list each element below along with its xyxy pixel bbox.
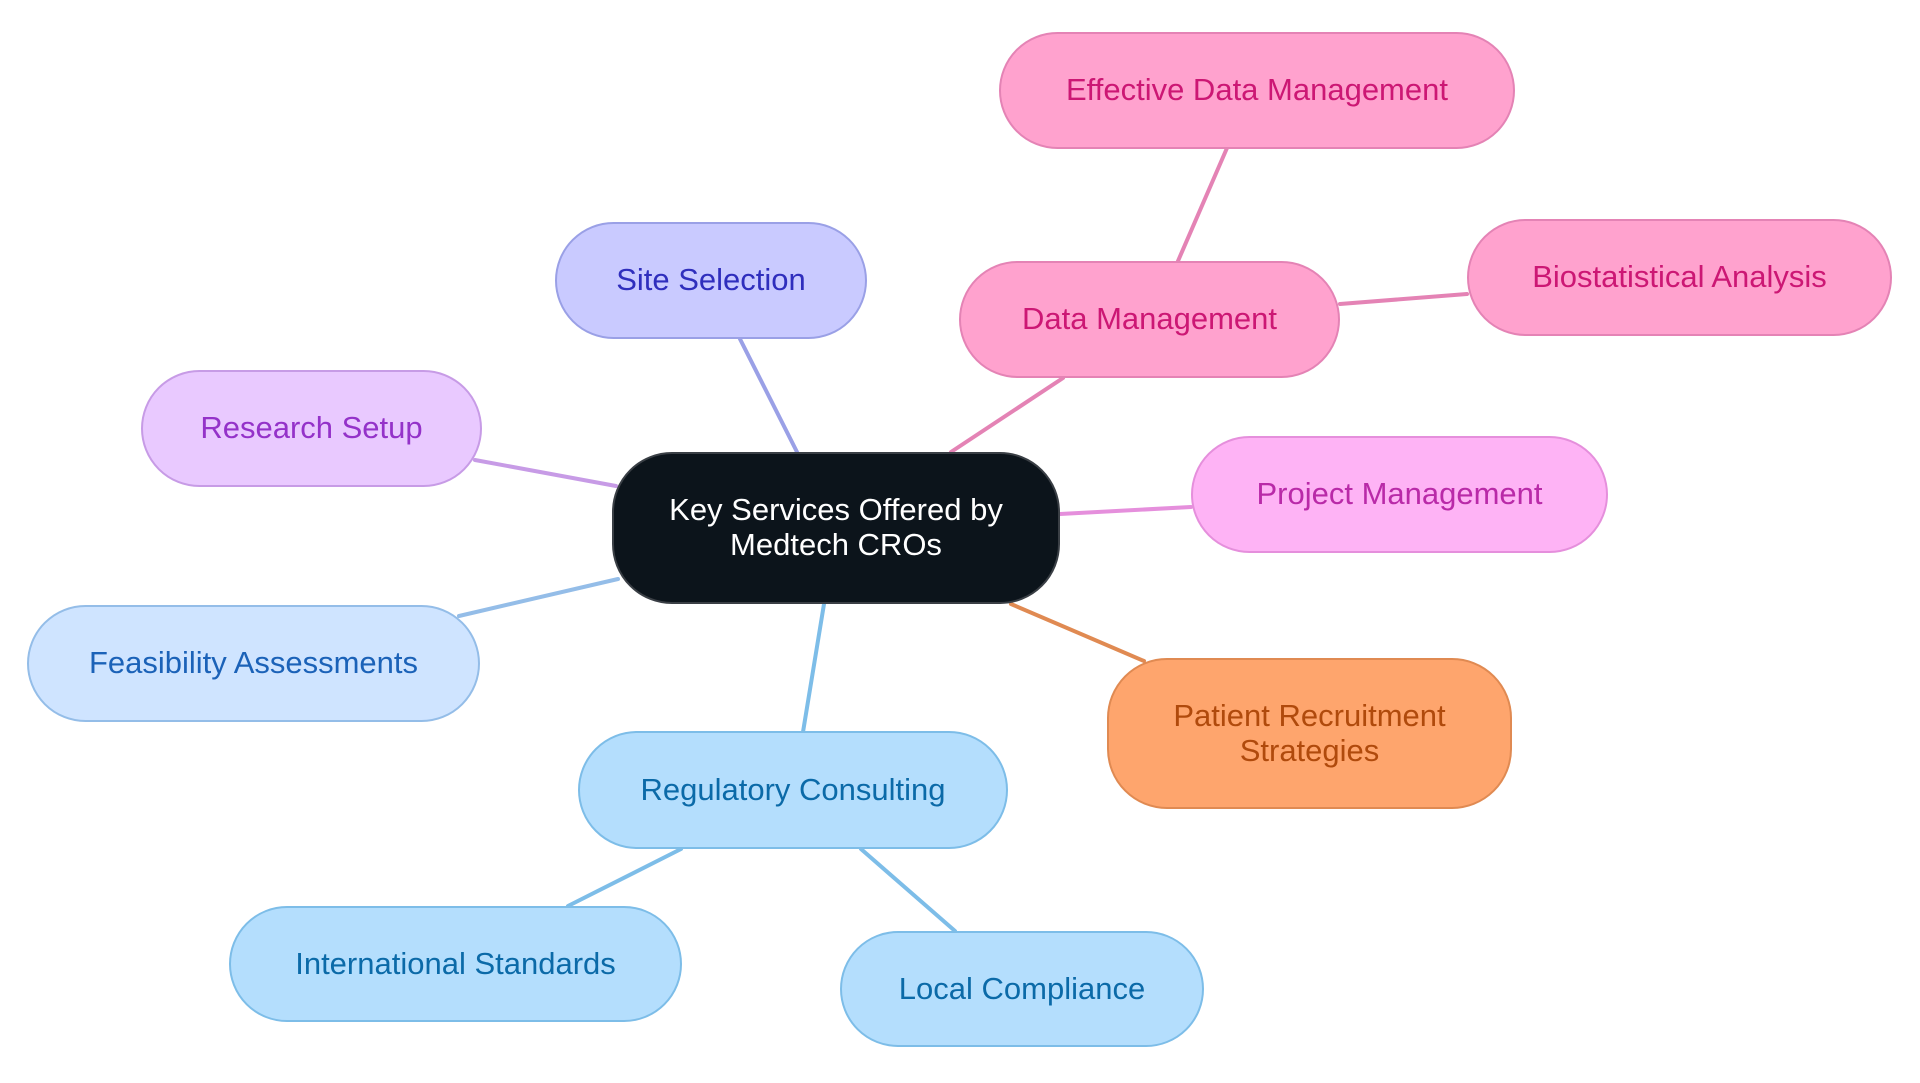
node-research-setup[interactable]: Research Setup [141, 370, 482, 487]
node-effective-data-management[interactable]: Effective Data Management [999, 32, 1515, 149]
edge-center-feasibility [457, 577, 620, 618]
node-label: Site Selection [616, 262, 806, 298]
node-project-management[interactable]: Project Management [1191, 436, 1608, 553]
node-label: Local Compliance [898, 970, 1146, 1006]
root-node-label: Key Services Offered by Medtech CROs [669, 492, 1003, 562]
node-label: Project Management [1256, 476, 1543, 512]
node-label: Feasibility Assessments [88, 645, 419, 681]
node-local-compliance[interactable]: Local Compliance [840, 931, 1204, 1047]
node-site-selection[interactable]: Site Selection [555, 222, 867, 339]
edge-center-site [738, 337, 799, 454]
edge-center-regulatory [801, 602, 826, 734]
node-label: Biostatistical Analysis [1532, 259, 1827, 295]
node-label: Research Setup [200, 410, 423, 446]
edge-center-research [473, 458, 618, 488]
node-patient-recruitment[interactable]: Patient Recruitment Strategies [1107, 658, 1512, 809]
node-label: Effective Data Management [1066, 72, 1448, 108]
node-data-management[interactable]: Data Management [959, 261, 1340, 378]
edge-center-data [949, 376, 1065, 454]
node-biostatistical-analysis[interactable]: Biostatistical Analysis [1467, 219, 1892, 336]
edge-center-project [1058, 505, 1193, 516]
edge-reg-intl [566, 847, 683, 908]
edge-reg-local [859, 847, 957, 933]
node-label: Data Management [1021, 301, 1278, 337]
root-node[interactable]: Key Services Offered by Medtech CROs [612, 452, 1060, 604]
node-label: Patient Recruitment Strategies [1173, 697, 1446, 768]
node-label: Regulatory Consulting [640, 771, 946, 807]
node-label: International Standards [295, 945, 616, 981]
edge-data-effective [1176, 146, 1229, 263]
node-international-standards[interactable]: International Standards [229, 906, 682, 1022]
node-regulatory-consulting[interactable]: Regulatory Consulting [578, 731, 1008, 849]
edge-center-patient [1009, 602, 1146, 663]
node-feasibility-assessments[interactable]: Feasibility Assessments [27, 605, 480, 722]
edge-data-bio [1338, 292, 1469, 306]
